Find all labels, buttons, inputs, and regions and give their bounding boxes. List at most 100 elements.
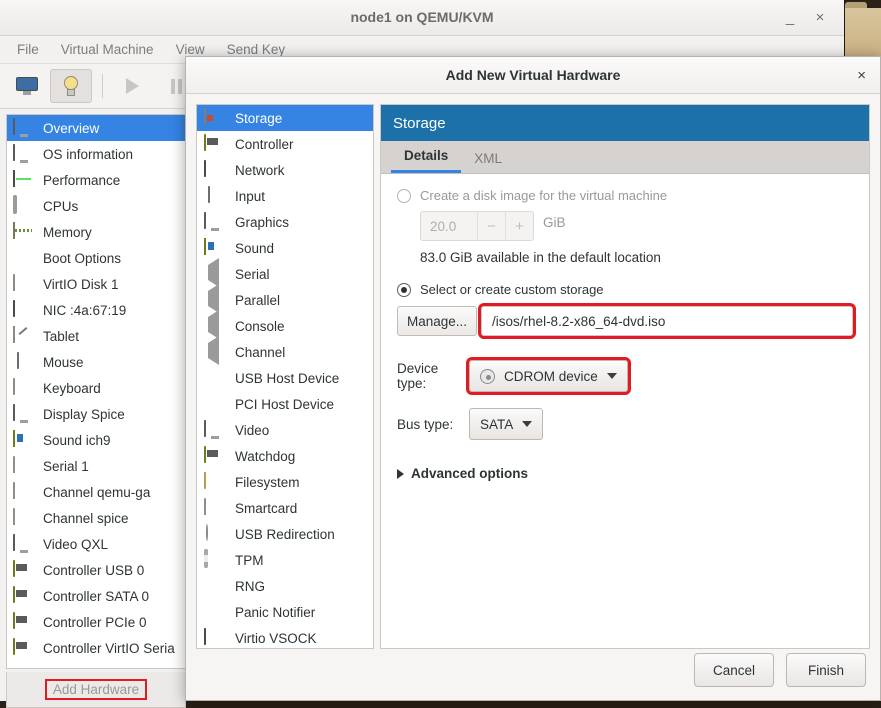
pause-icon [171,79,182,94]
toolbar-separator [102,74,103,98]
hwtype-item-rng[interactable]: RNG [197,573,373,599]
hwtype-item-video[interactable]: Video [197,417,373,443]
add-hardware-button[interactable]: Add Hardware [45,679,147,700]
run-button[interactable] [111,69,153,103]
hwtype-item-virtio-vsock[interactable]: Virtio VSOCK [197,625,373,649]
hwtype-item-filesystem[interactable]: Filesystem [197,469,373,495]
hw-item-overview[interactable]: Overview [7,115,185,141]
hwtype-item-input[interactable]: Input [197,183,373,209]
create-disk-radio[interactable] [397,189,411,203]
close-button[interactable]: × [810,8,830,28]
network-icon [13,301,35,319]
tab-xml[interactable]: XML [461,145,515,173]
storage-icon [204,109,226,127]
hw-item-controller-virtio-serial[interactable]: Controller VirtIO Seria [7,635,185,661]
hw-item-virtio-disk-1[interactable]: VirtIO Disk 1 [7,271,185,297]
hw-item-controller-pcie-0[interactable]: Controller PCIe 0 [7,609,185,635]
serial-icon [13,509,35,527]
cpu-chip-icon [13,197,35,215]
create-disk-label: Create a disk image for the virtual mach… [420,188,667,203]
hwtype-item-channel[interactable]: Channel [197,339,373,365]
network-icon [204,161,226,179]
disk-size-decrement-button[interactable]: − [477,212,505,240]
device-type-dropdown[interactable]: CDROM device [469,360,628,392]
close-icon[interactable]: × [857,67,866,84]
cancel-button[interactable]: Cancel [694,653,774,687]
tab-details[interactable]: Details [391,142,461,173]
console-view-button[interactable] [6,69,48,103]
keyboard-icon [13,379,35,397]
monitor-icon [13,145,35,163]
hw-item-label: CPUs [43,199,78,214]
hwtype-item-label: Input [235,189,265,204]
hw-item-memory[interactable]: Memory [7,219,185,245]
hw-item-label: Boot Options [43,251,121,266]
tpm-chip-icon [204,551,226,569]
minimize-button[interactable]: _ [780,8,800,28]
hwtype-item-tpm[interactable]: TPM [197,547,373,573]
hwtype-item-usb-redirection[interactable]: USB Redirection [197,521,373,547]
vm-hardware-list[interactable]: Overview OS information Performance CPUs… [6,114,186,669]
custom-storage-option-row[interactable]: Select or create custom storage [397,282,853,297]
hw-item-tablet[interactable]: Tablet [7,323,185,349]
custom-storage-radio[interactable] [397,283,411,297]
hw-item-label: Keyboard [43,381,101,396]
hwtype-item-pci-host-device[interactable]: PCI Host Device [197,391,373,417]
hwtype-item-usb-host-device[interactable]: USB Host Device [197,365,373,391]
hardware-type-list[interactable]: Storage Controller Network Input Graphic… [196,104,374,649]
hw-item-video-qxl[interactable]: Video QXL [7,531,185,557]
hw-item-channel-spice[interactable]: Channel spice [7,505,185,531]
hw-item-sound-ich9[interactable]: Sound ich9 [7,427,185,453]
cdrom-disc-icon [480,369,495,384]
play-icon [126,78,139,94]
hw-item-keyboard[interactable]: Keyboard [7,375,185,401]
hwtype-item-graphics[interactable]: Graphics [197,209,373,235]
hw-item-label: NIC :4a:67:19 [43,303,126,318]
hwtype-item-watchdog[interactable]: Watchdog [197,443,373,469]
storage-path-input[interactable]: /isos/rhel-8.2-x86_64-dvd.iso [481,306,853,336]
hw-item-os-information[interactable]: OS information [7,141,185,167]
menu-file[interactable]: File [8,39,48,60]
gears-icon [204,369,226,387]
hw-item-boot-options[interactable]: Boot Options [7,245,185,271]
manage-button[interactable]: Manage... [397,306,477,336]
hw-item-serial-1[interactable]: Serial 1 [7,453,185,479]
hw-item-label: Display Spice [43,407,125,422]
hwtype-item-console[interactable]: Console [197,313,373,339]
hwtype-item-smartcard[interactable]: Smartcard [197,495,373,521]
dialog-title: Add New Virtual Hardware [186,67,880,83]
hwtype-item-serial[interactable]: Serial [197,261,373,287]
hw-item-channel-qemu-ga[interactable]: Channel qemu-ga [7,479,185,505]
advanced-options-expander[interactable]: Advanced options [397,466,853,481]
hw-item-display-spice[interactable]: Display Spice [7,401,185,427]
hw-item-performance[interactable]: Performance [7,167,185,193]
disk-size-stepper[interactable]: 20.0 − + [420,211,534,241]
hwtype-item-sound[interactable]: Sound [197,235,373,261]
sound-card-icon [204,239,226,257]
hwtype-item-storage[interactable]: Storage [197,105,373,131]
hw-item-label: Video QXL [43,537,108,552]
create-disk-option-row[interactable]: Create a disk image for the virtual mach… [397,188,853,203]
disk-size-increment-button[interactable]: + [505,212,533,240]
hw-item-nic[interactable]: NIC :4a:67:19 [7,297,185,323]
mouse-icon [204,187,226,205]
disk-size-value[interactable]: 20.0 [421,212,477,240]
hw-item-mouse[interactable]: Mouse [7,349,185,375]
hwtype-item-controller[interactable]: Controller [197,131,373,157]
monitor-icon [13,119,35,137]
serial-icon [13,483,35,501]
hw-item-controller-sata-0[interactable]: Controller SATA 0 [7,583,185,609]
storage-tabs: Details XML [381,141,869,174]
bus-type-dropdown[interactable]: SATA [469,408,543,440]
hw-item-controller-usb-0[interactable]: Controller USB 0 [7,557,185,583]
details-view-button[interactable] [50,69,92,103]
hw-item-cpus[interactable]: CPUs [7,193,185,219]
hwtype-item-network[interactable]: Network [197,157,373,183]
menu-virtual-machine[interactable]: Virtual Machine [52,39,163,60]
custom-storage-label: Select or create custom storage [420,282,604,297]
finish-button[interactable]: Finish [786,653,866,687]
hwtype-item-label: Watchdog [235,449,295,464]
hwtype-item-panic-notifier[interactable]: Panic Notifier [197,599,373,625]
hwtype-item-parallel[interactable]: Parallel [197,287,373,313]
folder-icon [204,473,226,491]
